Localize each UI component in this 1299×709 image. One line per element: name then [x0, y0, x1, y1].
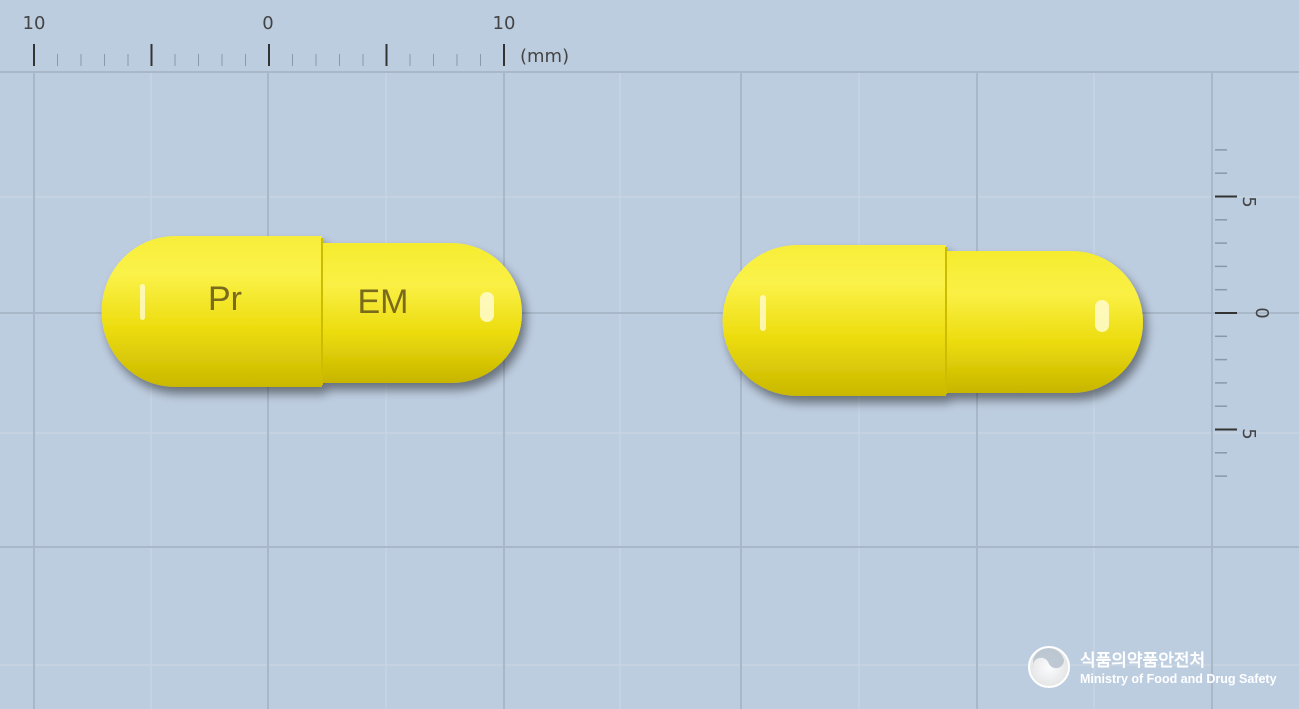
capsule-back: [722, 245, 1143, 396]
logo-korean-name: 식품의약품안전처: [1080, 650, 1205, 671]
capsule-front: Pr EM: [101, 236, 522, 387]
pill-photo: 10 0 10 (mm) 5 0 5 Pr EM 식품의약품안전처 Minist…: [0, 0, 1299, 709]
ruler-unit: (mm): [520, 46, 569, 67]
ruler-label-left: 10: [23, 13, 46, 34]
imprint-em: EM: [358, 283, 409, 321]
side-ruler-label-bottom: 5: [1238, 428, 1259, 439]
ruler-label-right: 10: [493, 13, 516, 34]
taegeuk-icon: [1028, 646, 1070, 688]
side-ruler-label-top: 5: [1238, 196, 1259, 207]
logo-english-name: Ministry of Food and Drug Safety: [1080, 672, 1277, 686]
top-ruler: 10 0 10 (mm): [0, 0, 1299, 73]
ruler-label-zero: 0: [262, 13, 273, 34]
mfds-logo: 식품의약품안전처 Ministry of Food and Drug Safet…: [1028, 646, 1277, 688]
side-ruler-label-zero: 0: [1251, 307, 1272, 318]
imprint-pr: Pr: [208, 280, 242, 318]
grid: [0, 71, 1299, 709]
